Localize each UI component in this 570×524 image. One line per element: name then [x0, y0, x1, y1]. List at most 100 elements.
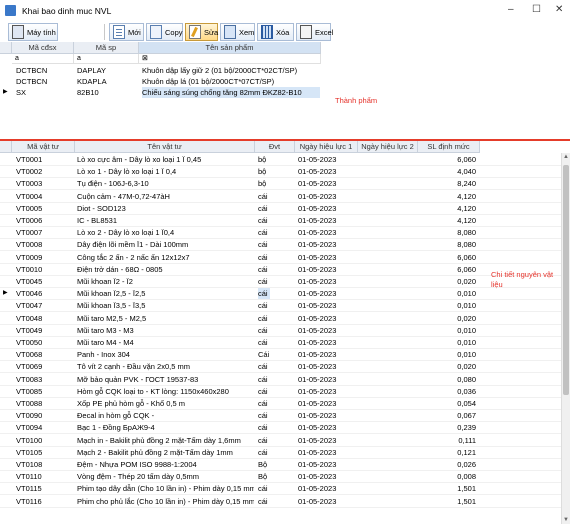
window-title: Khai bao dinh muc NVL — [22, 6, 112, 16]
table-row[interactable]: VT0105 Mạch 2 - Bakilit phủ đồng 2 mặt-Tấ… — [0, 447, 570, 459]
table-row[interactable]: VT0069 Tô vít 2 cạnh - Đầu vặn 2x0,5 mm cá… — [0, 361, 570, 374]
minimize-button[interactable]: – — [508, 4, 514, 15]
unit-cell: cái — [258, 191, 268, 201]
table-row[interactable]: VT0008 Dây điện lõi mềm Ï1 - Dài 100mm cái… — [0, 239, 570, 252]
table-row[interactable]: VT0115 Phim tạo dây dẫn (Cho 10 lần in) -… — [0, 483, 570, 496]
table-row[interactable]: VT0005 Diot - SOD123 cái 01-05-2023 4,120 — [0, 203, 570, 215]
material-code-cell: VT0085 — [16, 386, 43, 396]
unit-cell: cái — [258, 338, 268, 347]
table-row[interactable]: VT0068 Panh - Inox 304 Cái 01-05-2023 0,010 — [0, 349, 570, 362]
column-header-unit[interactable]: Đvt — [255, 141, 295, 153]
effective-date-1-cell: 01-05-2023 — [298, 350, 337, 360]
table-row[interactable]: VT0048 Mũi taro M2,5 - M2,5 cái 01-05-2023 0… — [0, 313, 570, 325]
table-row[interactable]: VT0094 Bạc 1 - Đồng БрАЖ9-4 cái 01-05-2023 0… — [0, 422, 570, 435]
excel-icon — [300, 25, 312, 39]
effective-date-1-cell: 01-05-2023 — [298, 277, 337, 286]
effective-date-1-cell: 01-05-2023 — [298, 240, 337, 250]
table-row[interactable]: VT0088 Xốp PE phủ hòm gỗ - Khổ 0,5 m cái 01… — [0, 398, 570, 410]
material-name-cell: Mũi khoan Ï2,5 - Ï2,5 — [77, 289, 146, 299]
table-row[interactable]: ▶ SX 82B10 Chiếu sáng súng chống tăng 82mm … — [0, 87, 570, 98]
table-row[interactable]: VT0010 Điện trở dán - 68Ω - 0805 cái 01-05-… — [0, 264, 570, 276]
table-row[interactable]: VT0085 Hòm gỗ CQK loại to - KT lòng: 1150… — [0, 386, 570, 398]
process-code-cell: SX — [16, 88, 27, 97]
calculator-button[interactable]: Máy tính — [8, 23, 58, 41]
copy-button[interactable]: Copy — [146, 23, 183, 41]
scroll-down-icon[interactable]: ▼ — [563, 517, 569, 523]
norm-quantity-cell: 6,060 — [457, 155, 476, 164]
table-row[interactable]: VT0003 Tụ điện - 106J-6,3-10 bộ 01-05-2023 8… — [0, 178, 570, 191]
scroll-thumb[interactable] — [563, 165, 569, 395]
material-code-cell: VT0003 — [16, 179, 43, 189]
table-row[interactable]: DCTBCN DAPLAY Khuôn dập lấy giữ 2 (01 bộ/2… — [0, 65, 570, 76]
close-button[interactable]: ✕ — [555, 4, 563, 15]
column-header-process-code[interactable]: Mã cđsx — [12, 42, 74, 54]
table-row[interactable]: VT0004 Cuộn cảm - 47M-0,72-47àH cái 01-05-2… — [0, 191, 570, 203]
material-name-cell: Hòm gỗ CQK loại to - KT lòng: 1150x460x2… — [77, 386, 229, 396]
table-row[interactable]: VT0007 Lò xo 2 - Dây lò xo loại 1 Ï0,4 cái… — [0, 227, 570, 240]
table-row[interactable]: VT0009 Công tắc 2 ấn - 2 nấc ấn 12x12x7 cá… — [0, 252, 570, 264]
norm-quantity-cell: 4,120 — [457, 216, 476, 225]
effective-date-1-cell: 01-05-2023 — [298, 191, 337, 201]
table-row[interactable]: VT0047 Mũi khoan Ï3,5 - Ï3,5 cái 01-05-2023… — [0, 300, 570, 313]
column-header-product-code[interactable]: Mã sp — [74, 42, 139, 54]
material-name-cell: Lò xo 1 - Dây lò xo loại 1 Ï 0,4 — [77, 167, 177, 177]
column-header-material-name[interactable]: Tên vật tư — [75, 141, 255, 153]
maximize-button[interactable]: ☐ — [532, 4, 541, 15]
material-grid-scrollbar[interactable]: ▲ ▼ — [561, 153, 570, 524]
norm-quantity-cell: 8,080 — [457, 228, 476, 238]
table-row[interactable]: VT0002 Lò xo 1 - Dây lò xo loại 1 Ï 0,4 bộ… — [0, 166, 570, 179]
current-row-indicator-icon: ▶ — [3, 89, 8, 95]
material-name-cell: Dây điện lõi mềm Ï1 - Dài 100mm — [77, 240, 189, 250]
material-code-cell: VT0100 — [16, 435, 43, 445]
effective-date-1-cell: 01-05-2023 — [298, 264, 337, 274]
view-button[interactable]: Xem — [220, 23, 255, 41]
material-code-cell: VT0047 — [16, 301, 43, 311]
edit-button[interactable]: Sửa — [185, 23, 218, 41]
norm-quantity-cell: 0,010 — [457, 338, 476, 347]
main-window: Khai bao dinh muc NVL – ☐ ✕ Máy tính Mới… — [0, 0, 570, 524]
table-row[interactable]: VT0100 Mạch in - Bakilit phủ đồng 2 mặt-T… — [0, 435, 570, 447]
column-header-effective-date-1[interactable]: Ngày hiệu lực 1 — [295, 141, 358, 153]
effective-date-1-cell: 01-05-2023 — [298, 423, 337, 433]
product-name-cell: Khuôn dập lá (01 bộ/2000CT*07CT/SP) — [142, 77, 275, 86]
unit-cell: cái — [258, 216, 268, 225]
scroll-up-icon[interactable]: ▲ — [563, 154, 569, 160]
effective-date-1-cell: 01-05-2023 — [298, 399, 337, 408]
column-header-effective-date-2[interactable]: Ngày hiệu lực 2 — [358, 141, 418, 153]
effective-date-1-cell: 01-05-2023 — [298, 386, 337, 396]
table-row[interactable]: VT0050 Mũi taro M4 - M4 cái 01-05-2023 0,010 — [0, 337, 570, 349]
table-row[interactable]: VT0116 Phim cho phủ lắc (Cho 10 lần in) -… — [0, 496, 570, 508]
material-grid: Mã vật tư Tên vật tư Đvt Ngày hiệu lực 1… — [0, 141, 570, 524]
material-code-cell: VT0008 — [16, 240, 43, 250]
excel-button[interactable]: Excel — [296, 23, 333, 41]
new-button[interactable]: Mới — [109, 23, 144, 41]
product-name-cell: Khuôn dập lấy giữ 2 (01 bộ/2000CT*02CT/S… — [142, 66, 298, 75]
material-name-cell: Đệm - Nhựa POM ISO 9988-1:2004 — [77, 460, 197, 469]
norm-quantity-cell: 6,060 — [457, 252, 476, 262]
column-header-product-name[interactable]: Tên sản phẩm — [139, 42, 321, 54]
material-name-cell: Phim cho phủ lắc (Cho 10 lần in) - Phim … — [77, 496, 254, 506]
table-row[interactable]: VT0049 Mũi taro M3 - M3 cái 01-05-2023 0,010 — [0, 325, 570, 337]
product-name-cell: Chiếu sáng súng chống tăng 82mm ĐKZ82-B1… — [142, 87, 320, 98]
filter-product-name[interactable]: ⊠ — [139, 54, 321, 64]
row-indicator-header — [0, 141, 12, 153]
table-row[interactable]: VT0006 IC - BL8531 cái 01-05-2023 4,120 — [0, 215, 570, 227]
material-code-cell: VT0090 — [16, 411, 43, 421]
table-row[interactable]: VT0001 Lò xo cực âm - Dây lò xo loại 1 Ï … — [0, 154, 570, 166]
table-row[interactable]: VT0090 Đecal in hòm gỗ CQK - cái 01-05-2023… — [0, 410, 570, 423]
material-code-cell: VT0115 — [16, 484, 42, 494]
table-row[interactable]: VT0045 Mũi khoan Ï2 - Ï2 cái 01-05-2023 0,02… — [0, 276, 570, 288]
delete-button[interactable]: Xóa — [257, 23, 294, 41]
filter-process-code[interactable]: a — [12, 54, 74, 64]
column-header-material-code[interactable]: Mã vật tư — [12, 141, 75, 153]
table-row[interactable]: VT0108 Đệm - Nhựa POM ISO 9988-1:2004 Bộ 01… — [0, 459, 570, 471]
norm-quantity-cell: 0,020 — [457, 313, 476, 323]
table-row[interactable]: ▶ VT0046 Mũi khoan Ï2,5 - Ï2,5 cái 01-05-202… — [0, 288, 570, 301]
table-row[interactable]: VT0083 Mỡ bảo quản PVK - ГОСТ 19537-83 cái… — [0, 374, 570, 386]
filter-product-code[interactable]: a — [74, 54, 139, 64]
norm-quantity-cell: 1,501 — [457, 496, 476, 506]
column-header-norm-quantity[interactable]: SL định mức — [418, 141, 480, 153]
unit-cell: bộ — [258, 155, 267, 164]
table-row[interactable]: DCTBCN KDAPLA Khuôn dập lá (01 bộ/2000CT*0… — [0, 76, 570, 87]
table-row[interactable]: VT0110 Vòng đệm - Thép 20 tấm dày 0,5mm Bộ… — [0, 471, 570, 484]
